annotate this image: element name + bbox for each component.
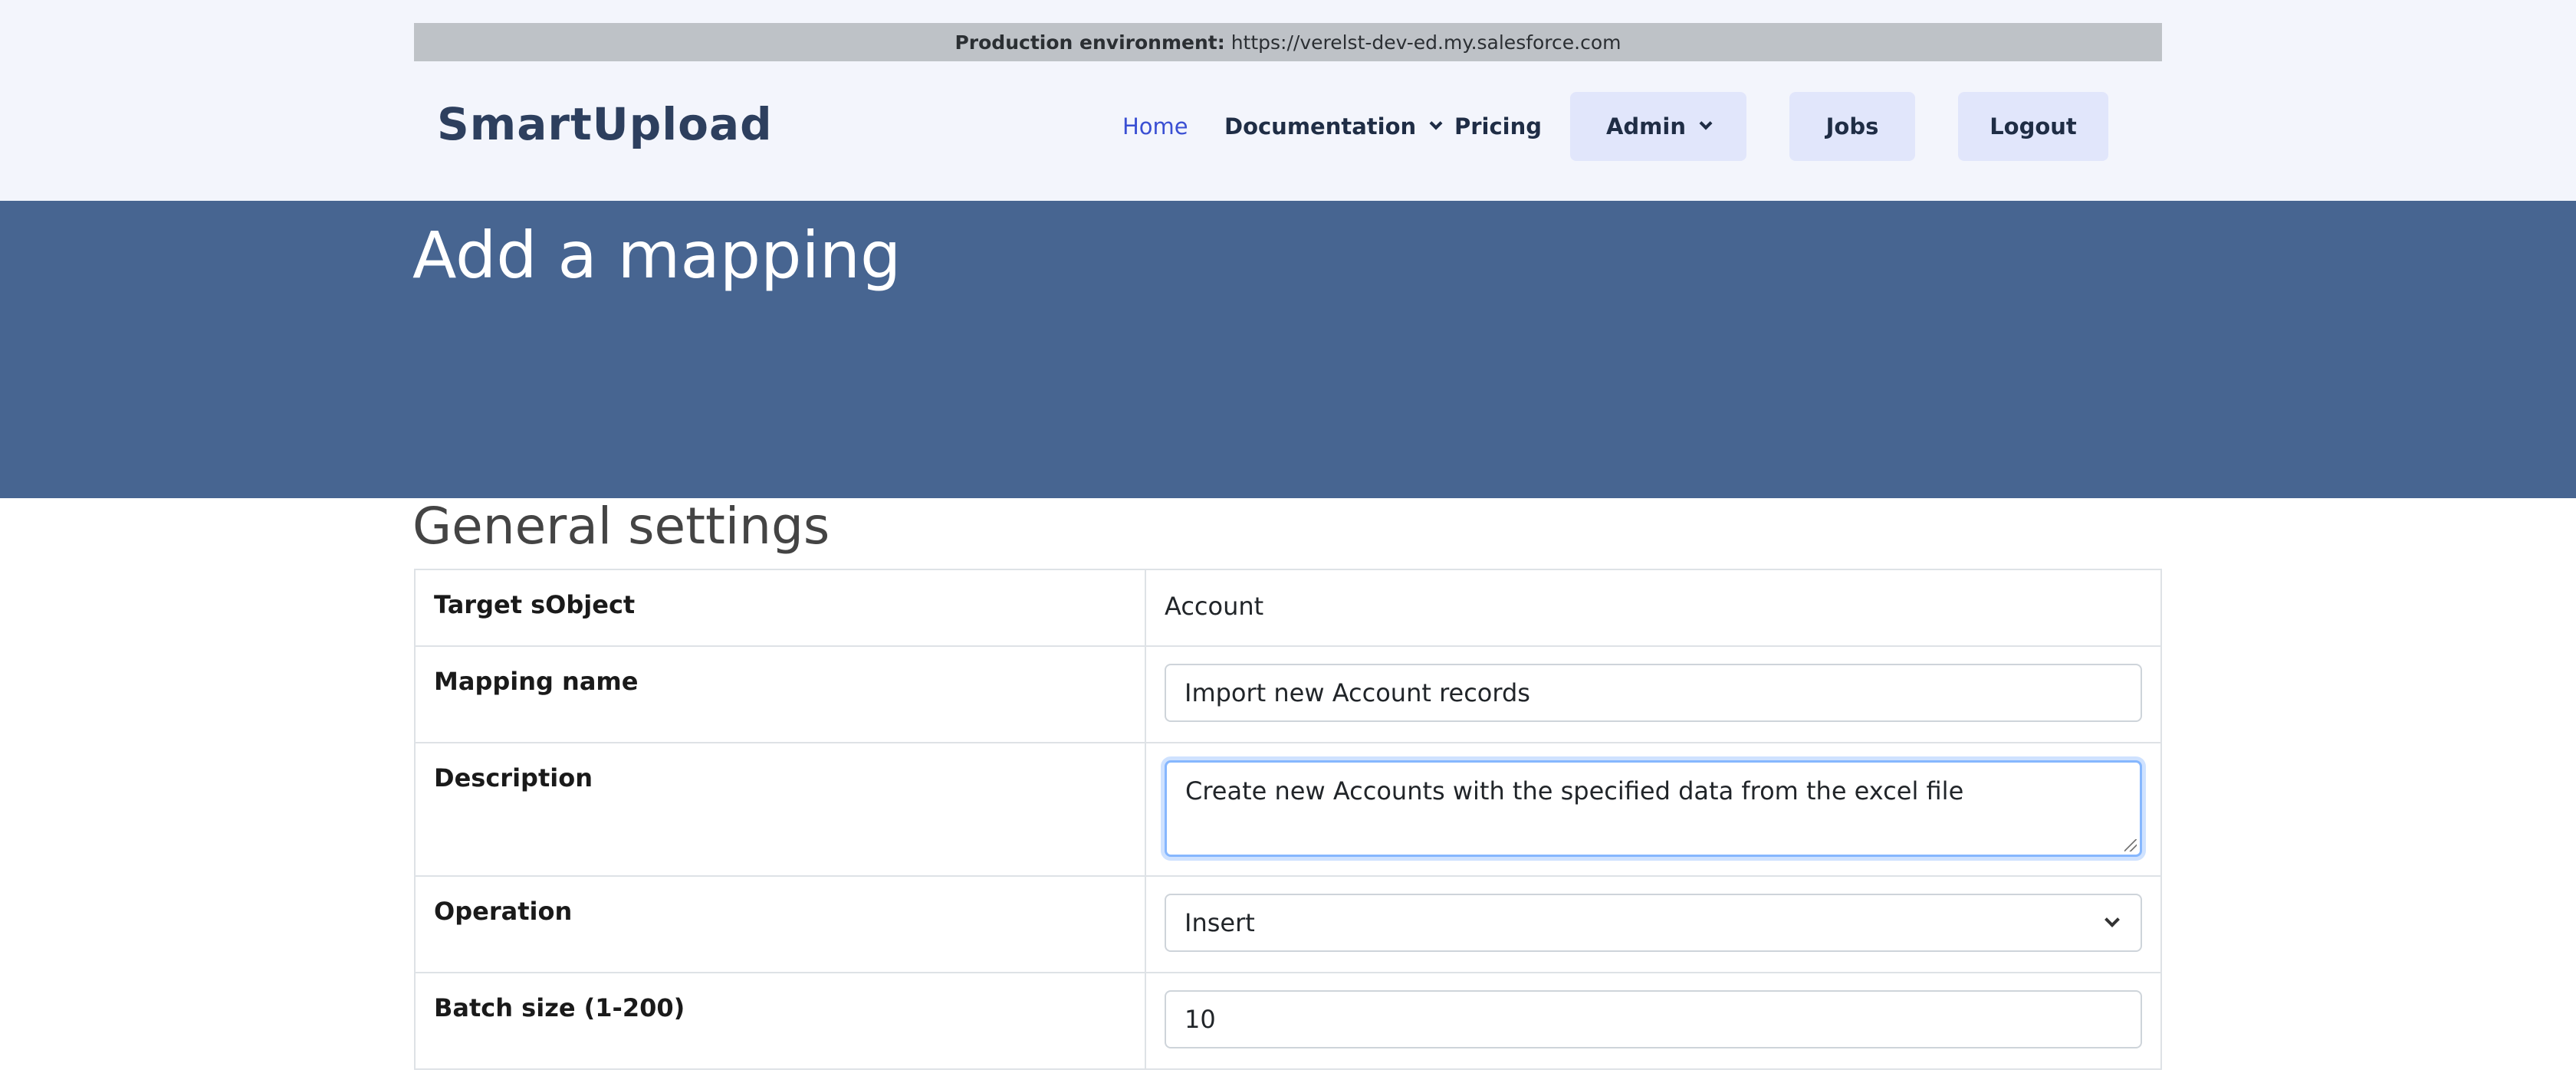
nav-documentation-label: Documentation: [1224, 113, 1417, 139]
environment-label: Production environment:: [955, 31, 1225, 54]
section-title-general-settings: General settings: [412, 497, 830, 556]
description-text: Create new Accounts with the specified d…: [1185, 776, 1964, 806]
table-row: Target sObject Account: [414, 569, 2162, 647]
target-sobject-label: Target sObject: [414, 569, 1146, 647]
chevron-down-icon: [1699, 116, 1713, 130]
description-textarea[interactable]: Create new Accounts with the specified d…: [1165, 760, 2142, 857]
operation-selected-value: Insert: [1184, 908, 1255, 937]
operation-select[interactable]: Insert: [1165, 894, 2142, 952]
table-row: Batch size (1-200) 10: [414, 972, 2162, 1070]
table-row: Operation Insert: [414, 875, 2162, 973]
main-nav: Home Documentation Pricing Admin Jobs Lo…: [0, 92, 2576, 161]
nav-home[interactable]: Home: [1122, 92, 1188, 161]
chevron-down-icon: [1429, 116, 1443, 130]
admin-button[interactable]: Admin: [1570, 92, 1746, 161]
mapping-name-cell: Import new Account records: [1145, 645, 2162, 743]
nav-pricing[interactable]: Pricing: [1454, 92, 1542, 161]
description-label: Description: [414, 742, 1146, 877]
hero-banner: Add a mapping: [0, 201, 2576, 498]
description-cell: Create new Accounts with the specified d…: [1145, 742, 2162, 877]
nav-documentation[interactable]: Documentation: [1224, 92, 1443, 161]
mapping-name-label: Mapping name: [414, 645, 1146, 743]
operation-cell: Insert: [1145, 875, 2162, 973]
environment-banner: Production environment: https://verelst-…: [414, 23, 2162, 61]
batch-size-cell: 10: [1145, 972, 2162, 1070]
environment-url: https://verelst-dev-ed.my.salesforce.com: [1230, 31, 1622, 54]
batch-size-input[interactable]: 10: [1165, 990, 2142, 1048]
mapping-name-input[interactable]: Import new Account records: [1165, 664, 2142, 722]
header: Production environment: https://verelst-…: [0, 0, 2576, 201]
admin-button-label: Admin: [1605, 113, 1686, 139]
jobs-button[interactable]: Jobs: [1789, 92, 1915, 161]
target-sobject-value: Account: [1145, 569, 2162, 647]
logout-button[interactable]: Logout: [1958, 92, 2108, 161]
batch-size-label: Batch size (1-200): [414, 972, 1146, 1070]
table-row: Mapping name Import new Account records: [414, 645, 2162, 743]
table-row: Description Create new Accounts with the…: [414, 742, 2162, 877]
operation-label: Operation: [414, 875, 1146, 973]
general-settings-table: Target sObject Account Mapping name Impo…: [414, 569, 2162, 1070]
resize-grip-icon[interactable]: [2124, 839, 2137, 852]
chevron-down-icon: [2104, 912, 2120, 927]
page-title: Add a mapping: [412, 218, 902, 293]
